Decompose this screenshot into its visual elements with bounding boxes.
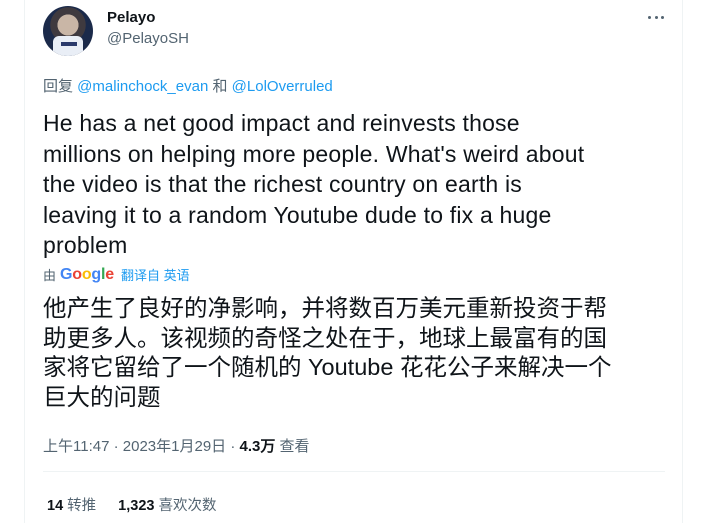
- tweet-card: Pelayo @PelayoSH 回复 @malinchock_evan 和 @…: [24, 0, 683, 523]
- translate-source-link[interactable]: 翻译自 英语: [121, 265, 190, 284]
- meta-separator: ·: [109, 438, 123, 455]
- tweet-text-original: He has a net good impact and reinvests t…: [43, 110, 585, 258]
- likes-count: 1,323: [118, 498, 155, 514]
- reply-user-link-1[interactable]: @malinchock_evan: [77, 78, 208, 95]
- tweet-date[interactable]: 2023年1月29日: [123, 438, 226, 455]
- translation-attribution: 由 Google 翻译自 英语: [43, 265, 190, 284]
- divider: [43, 471, 665, 472]
- tweet-text-translated: 他产生了良好的净影响，并将数百万美元重新投资于帮 助更多人。该视频的奇怪之处在于…: [43, 295, 612, 410]
- author-handle[interactable]: @PelayoSH: [107, 30, 189, 47]
- tweet-time[interactable]: 上午11:47: [43, 438, 109, 455]
- retweets-label: 转推: [67, 498, 97, 514]
- retweets-count: 14: [47, 498, 64, 514]
- author-name[interactable]: Pelayo: [107, 9, 155, 26]
- likes-stat[interactable]: 1,323 喜欢次数: [118, 498, 216, 514]
- likes-label: 喜欢次数: [158, 498, 217, 514]
- meta-separator: ·: [226, 438, 240, 455]
- retweets-stat[interactable]: 14 转推: [47, 498, 96, 514]
- tweet-stats: 14 转推 1,323 喜欢次数: [47, 494, 234, 515]
- replying-to: 回复 @malinchock_evan 和 @LolOverruled: [43, 75, 333, 96]
- user-avatar-icon[interactable]: [43, 6, 93, 56]
- more-options-icon[interactable]: [645, 8, 667, 26]
- reply-prefix: 回复: [43, 78, 78, 95]
- translated-by-label: 由: [43, 268, 57, 283]
- views-label: 查看: [275, 438, 310, 455]
- reply-joiner: 和: [208, 78, 232, 95]
- google-logo-icon: Google: [60, 265, 114, 283]
- views-count: 4.3万: [239, 438, 276, 455]
- reply-user-link-2[interactable]: @LolOverruled: [232, 78, 333, 95]
- tweet-meta: 上午11:47 · 2023年1月29日 · 4.3万 查看: [43, 435, 310, 456]
